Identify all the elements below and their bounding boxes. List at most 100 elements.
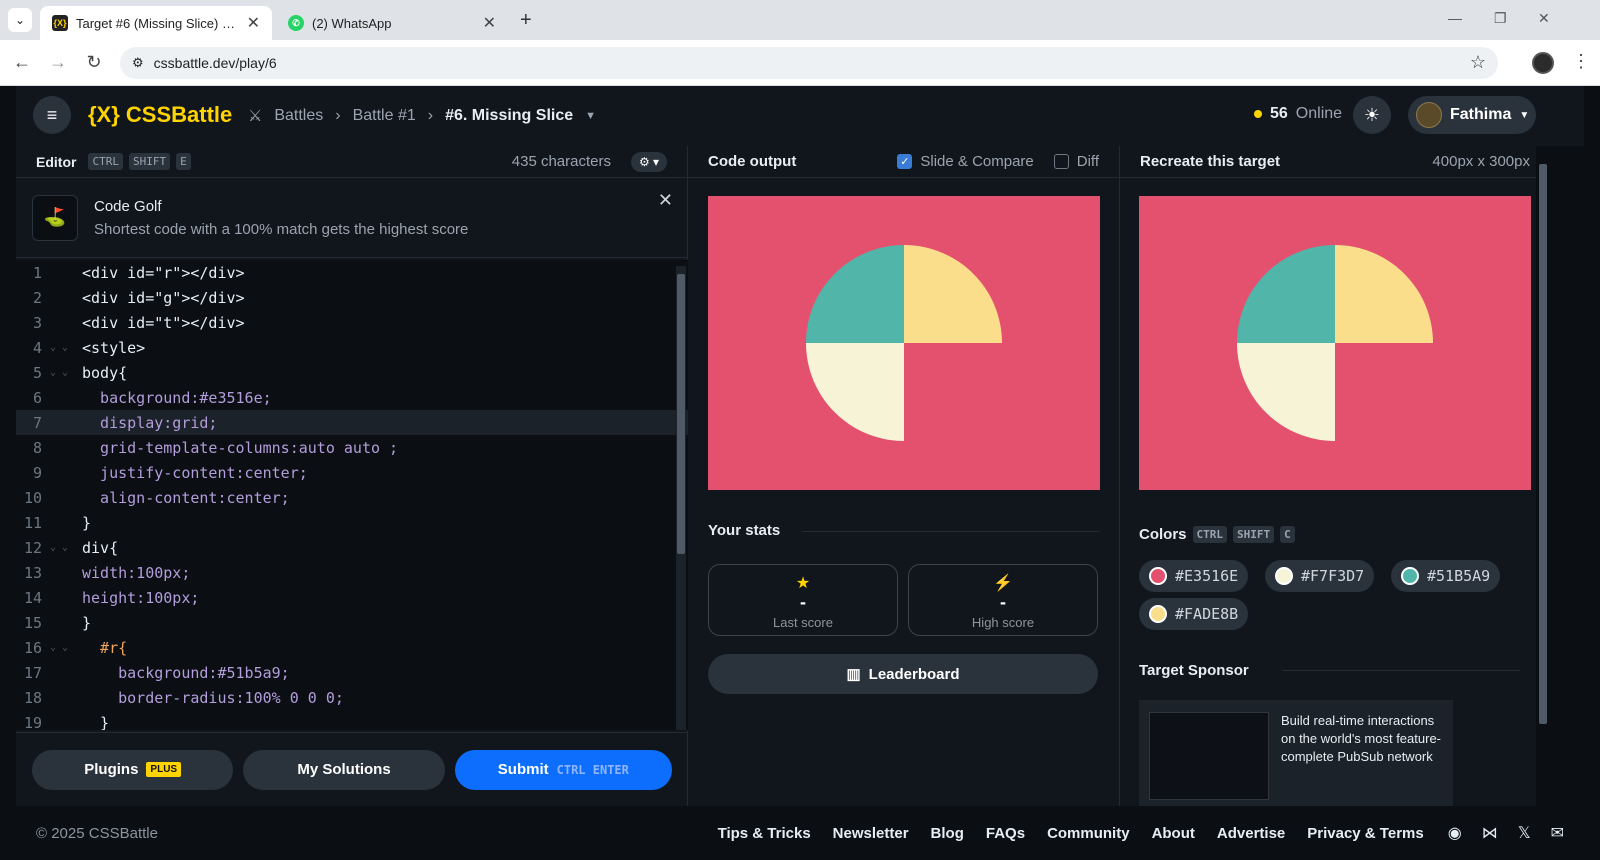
online-count: 56: [1270, 105, 1288, 122]
color-dot: [1149, 567, 1167, 585]
editor-settings-gear-icon[interactable]: ⚙ ▾: [631, 151, 667, 172]
minimize-icon[interactable]: —: [1448, 10, 1462, 26]
sponsor-card[interactable]: Build real-time interactions on the worl…: [1139, 700, 1453, 806]
email-icon[interactable]: ✉: [1551, 823, 1564, 843]
url-field[interactable]: ⚙ cssbattle.dev/play/6 ☆: [120, 47, 1498, 79]
target-canvas[interactable]: [1139, 196, 1531, 490]
username: Fathima: [1450, 106, 1512, 123]
bluesky-butterfly-icon[interactable]: ⋈: [1482, 823, 1498, 843]
line-number: 13: [23, 563, 42, 582]
code-output-canvas[interactable]: [708, 196, 1100, 490]
browser-profile-avatar[interactable]: [1532, 52, 1554, 74]
diff-checkbox[interactable]: [1053, 154, 1069, 169]
color-hex: #51B5A9: [1427, 567, 1491, 585]
footer-link-newsletter[interactable]: Newsletter: [833, 825, 909, 842]
user-menu-button[interactable]: Fathima ▼: [1408, 96, 1536, 134]
line-number: 15: [23, 613, 42, 632]
color-swatch[interactable]: #F7F3D7: [1265, 560, 1375, 592]
restore-icon[interactable]: ❐: [1494, 10, 1507, 27]
code-text: div{: [82, 538, 119, 557]
chevron-down-icon[interactable]: ▼: [585, 110, 596, 122]
high-score-card: ⚡ - High score: [908, 564, 1098, 636]
golf-title: Code Golf: [94, 197, 162, 215]
close-tab-icon[interactable]: ✕: [483, 13, 496, 33]
address-bar: ← → ↻ ⚙ cssbattle.dev/play/6 ☆ ⋮: [0, 40, 1600, 86]
cssbattle-favicon-icon: {X}: [52, 15, 68, 31]
theme-toggle-sun-icon[interactable]: ☀: [1353, 96, 1391, 134]
code-editor[interactable]: 1 <div id="r"></div> 2 <div id="g"></div> …: [16, 260, 688, 730]
color-swatch[interactable]: #51B5A9: [1391, 560, 1501, 592]
footer-link-privacy[interactable]: Privacy & Terms: [1307, 825, 1423, 842]
shortcut-key: C: [1280, 526, 1295, 543]
breadcrumb-battle[interactable]: Battle #1: [353, 107, 416, 125]
footer-link-tips[interactable]: Tips & Tricks: [718, 825, 811, 842]
editor-panel: Editor CTRL SHIFT E 435 characters ⚙ ▾ ⛳…: [16, 146, 688, 806]
chevron-right-icon: ›: [427, 107, 434, 124]
reload-icon[interactable]: ↻: [84, 52, 104, 73]
golf-subtitle: Shortest code with a 100% match gets the…: [94, 220, 469, 238]
code-line: 1 <div id="r"></div>: [16, 260, 688, 285]
code-line: 6 background:#e3516e;: [16, 385, 688, 410]
submit-button[interactable]: Submit CTRL ENTER: [454, 749, 672, 790]
close-window-icon[interactable]: ✕: [1538, 10, 1550, 27]
code-line: 10 align-content:center;: [16, 485, 688, 510]
breadcrumb: ⚔ Battles › Battle #1 › #6. Missing Slic…: [248, 106, 596, 126]
page-scrollbar-thumb[interactable]: [1539, 164, 1547, 724]
editor-scrollbar-thumb[interactable]: [677, 274, 685, 554]
breadcrumb-target[interactable]: #6. Missing Slice: [445, 107, 573, 125]
slide-compare-checkbox[interactable]: ✓: [897, 154, 913, 169]
code-text: align-content:center;: [82, 488, 290, 507]
tab-title: (2) WhatsApp: [312, 15, 392, 31]
fold-chevron-icon[interactable]: ⌄ ⌄: [50, 367, 82, 378]
logo[interactable]: {X} CSSBattle: [88, 102, 232, 128]
close-tab-icon[interactable]: ✕: [247, 13, 260, 33]
footer-link-faqs[interactable]: FAQs: [986, 825, 1025, 842]
browser-menu-icon[interactable]: ⋮: [1572, 51, 1590, 72]
fold-chevron-icon[interactable]: ⌄ ⌄: [50, 642, 82, 653]
footer-link-about[interactable]: About: [1152, 825, 1195, 842]
forward-icon[interactable]: →: [48, 52, 68, 73]
color-swatch[interactable]: #E3516E: [1139, 560, 1249, 592]
top-navigation: ≡ {X} CSSBattle ⚔ Battles › Battle #1 › …: [16, 86, 1584, 146]
back-icon[interactable]: ←: [12, 52, 32, 73]
code-text: grid-template-columns:auto auto ;: [82, 438, 399, 457]
divider: [802, 531, 1100, 532]
bookmark-star-icon[interactable]: ☆: [1470, 52, 1486, 73]
star-icon: ★: [795, 575, 811, 592]
avatar: [1416, 102, 1442, 128]
color-swatch[interactable]: #FADE8B: [1139, 598, 1249, 630]
tab-search-button[interactable]: ⌄: [8, 8, 32, 32]
teal-quarter: [1237, 245, 1335, 343]
submit-label: Submit: [497, 761, 549, 778]
fold-chevron-icon[interactable]: ⌄ ⌄: [50, 542, 82, 553]
x-twitter-icon[interactable]: 𝕏: [1518, 823, 1531, 843]
breadcrumb-battles[interactable]: Battles: [274, 107, 323, 125]
shortcut-key: CTRL: [1192, 526, 1228, 543]
fold-chevron-icon[interactable]: ⌄ ⌄: [50, 342, 82, 353]
close-icon[interactable]: ✕: [658, 190, 673, 211]
plugins-button[interactable]: Plugins PLUS: [32, 749, 234, 790]
editor-footer: Plugins PLUS My Solutions Submit CTRL EN…: [16, 732, 688, 806]
code-line: 3 <div id="t"></div>: [16, 310, 688, 335]
tab-cssbattle[interactable]: {X} Target #6 (Missing Slice) - CSSB ✕: [40, 6, 272, 40]
line-number: 3: [32, 313, 42, 332]
new-tab-button[interactable]: +: [520, 9, 532, 32]
color-dot: [1149, 605, 1167, 623]
code-text: border-radius:100% 0 0 0;: [82, 688, 344, 707]
social-links: ◉ ⋈ 𝕏 ✉: [1448, 823, 1564, 843]
menu-button[interactable]: ≡: [33, 96, 71, 134]
code-text: <div id="t"></div>: [82, 313, 245, 332]
output-panel: Code output ✓ Slide & Compare Diff Your …: [688, 146, 1120, 806]
tab-whatsapp[interactable]: ✆ (2) WhatsApp ✕: [276, 6, 508, 40]
color-hex: #E3516E: [1175, 567, 1239, 585]
footer-link-community[interactable]: Community: [1047, 825, 1130, 842]
leaderboard-button[interactable]: ▥ Leaderboard: [708, 654, 1098, 694]
colors-header: Colors CTRL SHIFT C: [1139, 526, 1295, 543]
footer-link-advertise[interactable]: Advertise: [1217, 825, 1285, 842]
submit-shortcut: CTRL ENTER: [556, 762, 629, 777]
my-solutions-button[interactable]: My Solutions: [243, 749, 445, 790]
online-label: Online: [1295, 105, 1343, 122]
site-settings-icon[interactable]: ⚙: [132, 55, 144, 71]
footer-link-blog[interactable]: Blog: [931, 825, 964, 842]
discord-icon[interactable]: ◉: [1448, 823, 1462, 843]
